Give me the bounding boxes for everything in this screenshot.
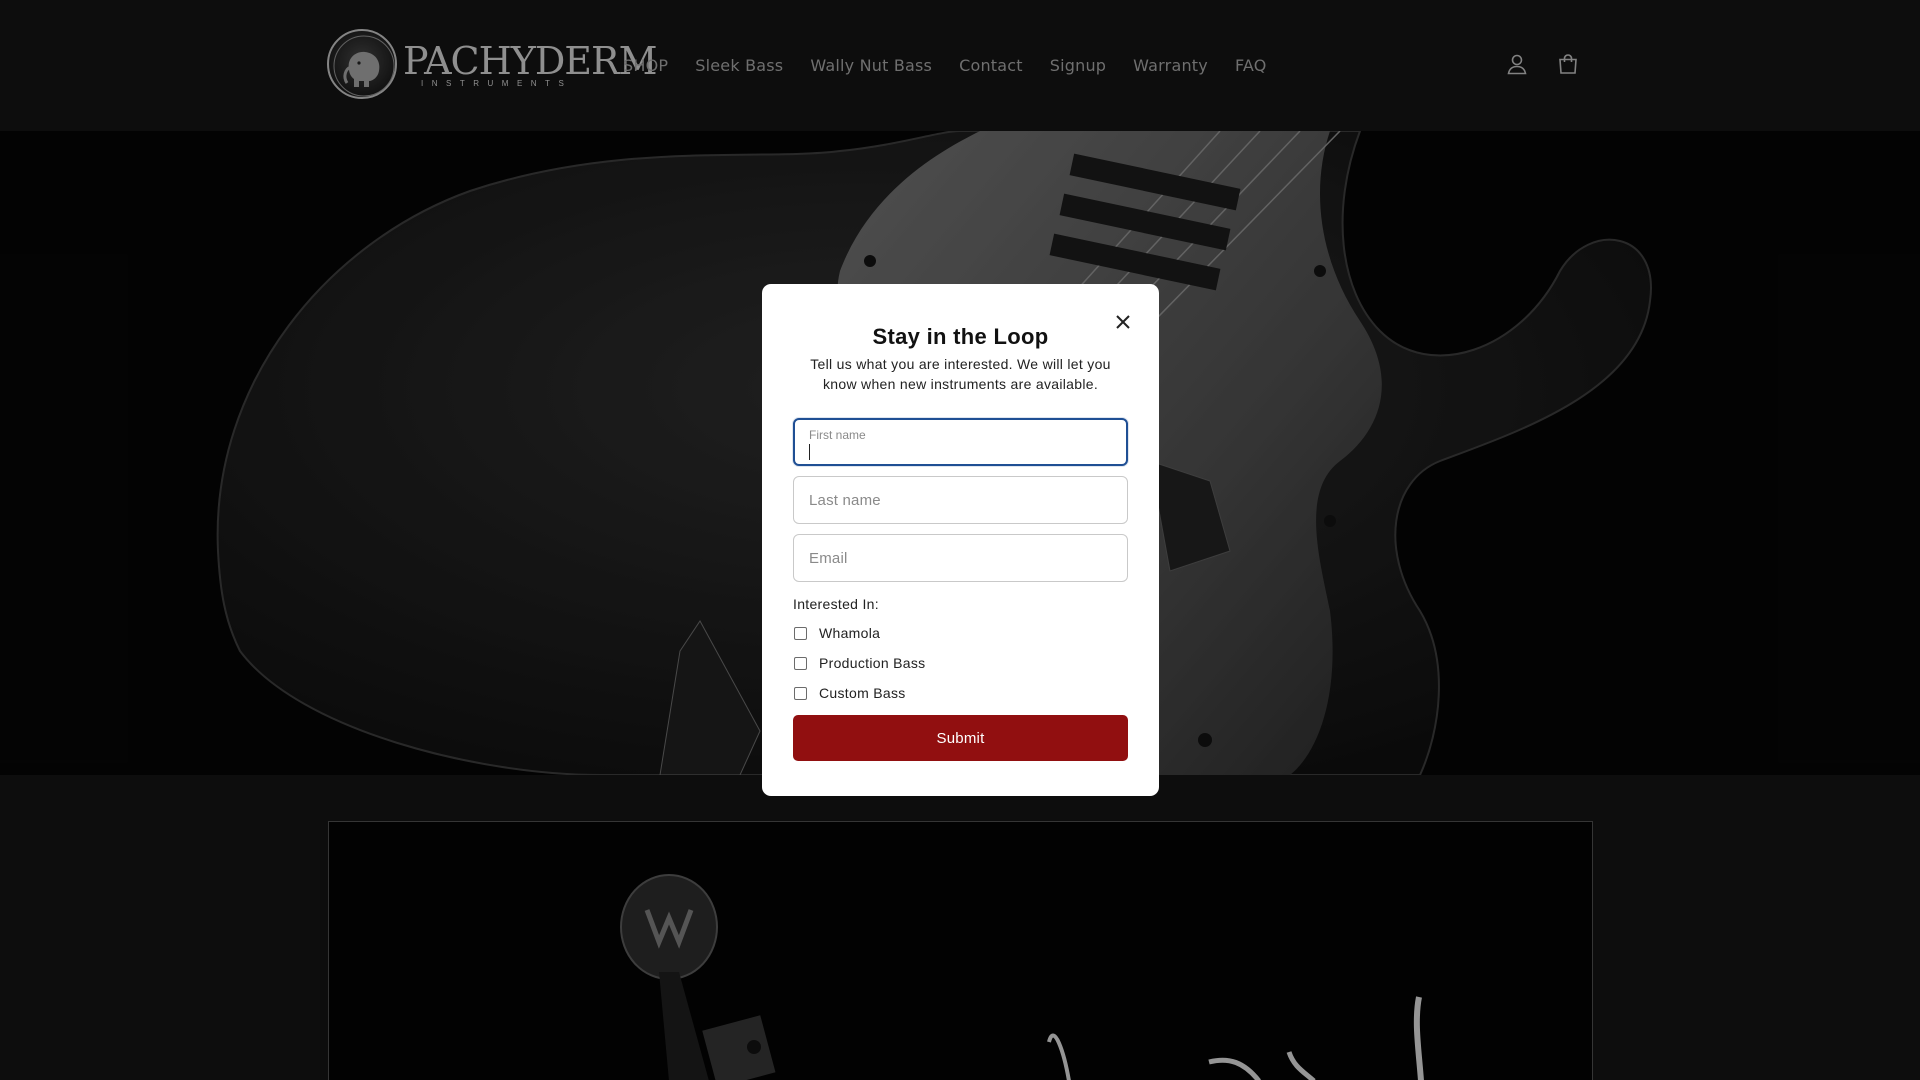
option-custom-bass[interactable]: Custom Bass bbox=[793, 683, 906, 703]
email-field[interactable]: Email bbox=[793, 534, 1128, 582]
first-name-field[interactable]: First name bbox=[793, 418, 1128, 466]
checkbox[interactable] bbox=[794, 626, 807, 640]
modal-description: Tell us what you are interested. We will… bbox=[810, 356, 1111, 392]
option-label: Custom Bass bbox=[819, 685, 906, 701]
option-whamola[interactable]: Whamola bbox=[793, 623, 880, 643]
last-name-placeholder: Last name bbox=[809, 492, 881, 509]
last-name-field[interactable]: Last name bbox=[793, 476, 1128, 524]
checkbox[interactable] bbox=[794, 656, 807, 670]
signup-modal: Stay in the Loop Tell us what you are in… bbox=[762, 284, 1159, 796]
interest-label: Interested In: bbox=[793, 596, 879, 612]
text-caret bbox=[809, 444, 810, 460]
checkbox[interactable] bbox=[794, 686, 807, 700]
modal-title: Stay in the Loop bbox=[872, 324, 1049, 349]
option-label: Whamola bbox=[819, 625, 881, 641]
email-placeholder: Email bbox=[809, 550, 848, 567]
option-production-bass[interactable]: Production Bass bbox=[793, 653, 925, 673]
option-label: Production Bass bbox=[819, 655, 926, 671]
submit-button[interactable]: Submit bbox=[793, 715, 1128, 761]
first-name-label: First name bbox=[809, 428, 866, 442]
